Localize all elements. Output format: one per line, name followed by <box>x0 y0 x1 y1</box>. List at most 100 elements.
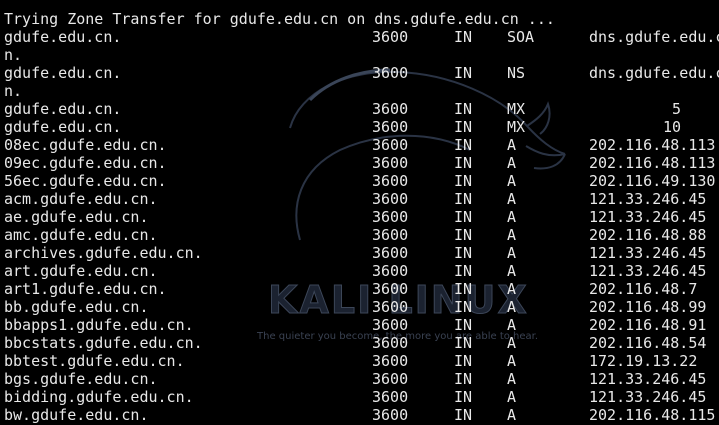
record-wrap-soa: n. <box>4 46 23 64</box>
record-type: A <box>507 316 517 334</box>
record-name: gdufe.edu.cn. <box>4 64 122 82</box>
record-row-a: bbapps1.gdufe.edu.cn. 3600 IN A 202.116.… <box>4 316 719 334</box>
record-data: dns.gdufe.edu.c <box>589 28 719 46</box>
record-class: IN <box>454 298 473 316</box>
zone-transfer-header: Trying Zone Transfer for gdufe.edu.cn on… <box>4 10 555 28</box>
record-data: 202.116.48.88 <box>589 226 707 244</box>
record-name: bbtest.gdufe.edu.cn. <box>4 352 185 370</box>
record-ttl: 3600 <box>372 226 409 244</box>
record-class: IN <box>454 226 473 244</box>
record-name: bbcstats.gdufe.edu.cn. <box>4 334 203 352</box>
record-class: IN <box>454 370 473 388</box>
record-class: IN <box>454 154 473 172</box>
record-row-a: 08ec.gdufe.edu.cn. 3600 IN A 202.116.48.… <box>4 136 719 154</box>
record-row-a: bgs.gdufe.edu.cn. 3600 IN A 121.33.246.4… <box>4 370 719 388</box>
record-type: NS <box>507 64 526 82</box>
record-class: IN <box>454 100 473 118</box>
record-class: IN <box>454 388 473 406</box>
record-preference: 10 <box>662 118 681 136</box>
record-class: IN <box>454 118 473 136</box>
record-row-a: acm.gdufe.edu.cn. 3600 IN A 121.33.246.4… <box>4 190 719 208</box>
record-ttl: 3600 <box>372 262 409 280</box>
record-data: 121.33.246.45 <box>589 244 707 262</box>
record-data: 121.33.246.45 <box>589 388 707 406</box>
record-row-a: bidding.gdufe.edu.cn. 3600 IN A 121.33.2… <box>4 388 719 406</box>
record-row-a: art1.gdufe.edu.cn. 3600 IN A 202.116.48.… <box>4 280 719 298</box>
record-type: A <box>507 334 517 352</box>
record-type: A <box>507 172 517 190</box>
record-data: 202.116.48.115 <box>589 406 716 424</box>
record-class: IN <box>454 136 473 154</box>
record-class: IN <box>454 28 473 46</box>
record-class: IN <box>454 316 473 334</box>
record-data: 202.116.48.99 <box>589 298 707 316</box>
record-class: IN <box>454 208 473 226</box>
record-row-a: bw.gdufe.edu.cn. 3600 IN A 202.116.48.11… <box>4 406 719 424</box>
record-type: MX <box>507 118 526 136</box>
record-type: A <box>507 280 517 298</box>
record-name: bidding.gdufe.edu.cn. <box>4 388 194 406</box>
record-ttl: 3600 <box>372 388 409 406</box>
record-row-a: bbtest.gdufe.edu.cn. 3600 IN A 172.19.13… <box>4 352 719 370</box>
record-row-a: 09ec.gdufe.edu.cn. 3600 IN A 202.116.48.… <box>4 154 719 172</box>
record-name: archives.gdufe.edu.cn. <box>4 244 203 262</box>
record-class: IN <box>454 280 473 298</box>
record-row-a: art.gdufe.edu.cn. 3600 IN A 121.33.246.4… <box>4 262 719 280</box>
record-class: IN <box>454 172 473 190</box>
record-row-a: bbcstats.gdufe.edu.cn. 3600 IN A 202.116… <box>4 334 719 352</box>
record-data: 202.116.48.91 <box>589 316 707 334</box>
record-data: 202.116.48.113 <box>589 154 716 172</box>
record-ttl: 3600 <box>372 136 409 154</box>
record-name: acm.gdufe.edu.cn. <box>4 190 158 208</box>
record-data: 202.116.48.113 <box>589 136 716 154</box>
record-type: A <box>507 154 517 172</box>
record-class: IN <box>454 244 473 262</box>
record-ttl: 3600 <box>372 280 409 298</box>
record-ttl: 3600 <box>372 352 409 370</box>
record-row-soa: gdufe.edu.cn. 3600 IN SOA dns.gdufe.edu.… <box>4 28 719 46</box>
record-row-a: 56ec.gdufe.edu.cn. 3600 IN A 202.116.49.… <box>4 172 719 190</box>
record-ttl: 3600 <box>372 154 409 172</box>
record-name: art1.gdufe.edu.cn. <box>4 280 167 298</box>
record-type: A <box>507 388 517 406</box>
record-type: A <box>507 208 517 226</box>
record-preference: 5 <box>671 100 681 118</box>
record-ttl: 3600 <box>372 244 409 262</box>
record-ttl: 3600 <box>372 406 409 424</box>
record-row-a: bb.gdufe.edu.cn. 3600 IN A 202.116.48.99 <box>4 298 719 316</box>
record-row-mx: gdufe.edu.cn. 3600 IN MX 5 <box>4 100 719 118</box>
record-type: A <box>507 406 517 424</box>
record-class: IN <box>454 64 473 82</box>
record-data: 202.116.48.54 <box>589 334 707 352</box>
record-name: bb.gdufe.edu.cn. <box>4 298 149 316</box>
record-ttl: 3600 <box>372 370 409 388</box>
record-ttl: 3600 <box>372 190 409 208</box>
record-type: MX <box>507 100 526 118</box>
record-data: 121.33.246.45 <box>589 370 707 388</box>
record-class: IN <box>454 190 473 208</box>
record-data: 172.19.13.22 <box>589 352 698 370</box>
record-type: A <box>507 298 517 316</box>
record-ttl: 3600 <box>372 118 409 136</box>
record-wrap-ns: n. <box>4 82 23 100</box>
record-data: dns.gdufe.edu.c <box>589 64 719 82</box>
record-name: amc.gdufe.edu.cn. <box>4 226 158 244</box>
record-name: gdufe.edu.cn. <box>4 100 122 118</box>
record-type: A <box>507 244 517 262</box>
record-name: art.gdufe.edu.cn. <box>4 262 158 280</box>
record-name: gdufe.edu.cn. <box>4 28 122 46</box>
record-ttl: 3600 <box>372 334 409 352</box>
record-row-a: amc.gdufe.edu.cn. 3600 IN A 202.116.48.8… <box>4 226 719 244</box>
record-class: IN <box>454 262 473 280</box>
record-type: A <box>507 262 517 280</box>
record-type: SOA <box>507 28 535 46</box>
record-type: A <box>507 226 517 244</box>
record-data: 121.33.246.45 <box>589 262 707 280</box>
terminal-output: Trying Zone Transfer for gdufe.edu.cn on… <box>0 0 719 425</box>
terminal-window[interactable]: KALI LINUX The quieter you become, the m… <box>0 0 719 425</box>
record-ttl: 3600 <box>372 316 409 334</box>
record-data: 202.116.49.130 <box>589 172 716 190</box>
record-row-mx: gdufe.edu.cn. 3600 IN MX 10 <box>4 118 719 136</box>
record-type: A <box>507 352 517 370</box>
record-class: IN <box>454 352 473 370</box>
